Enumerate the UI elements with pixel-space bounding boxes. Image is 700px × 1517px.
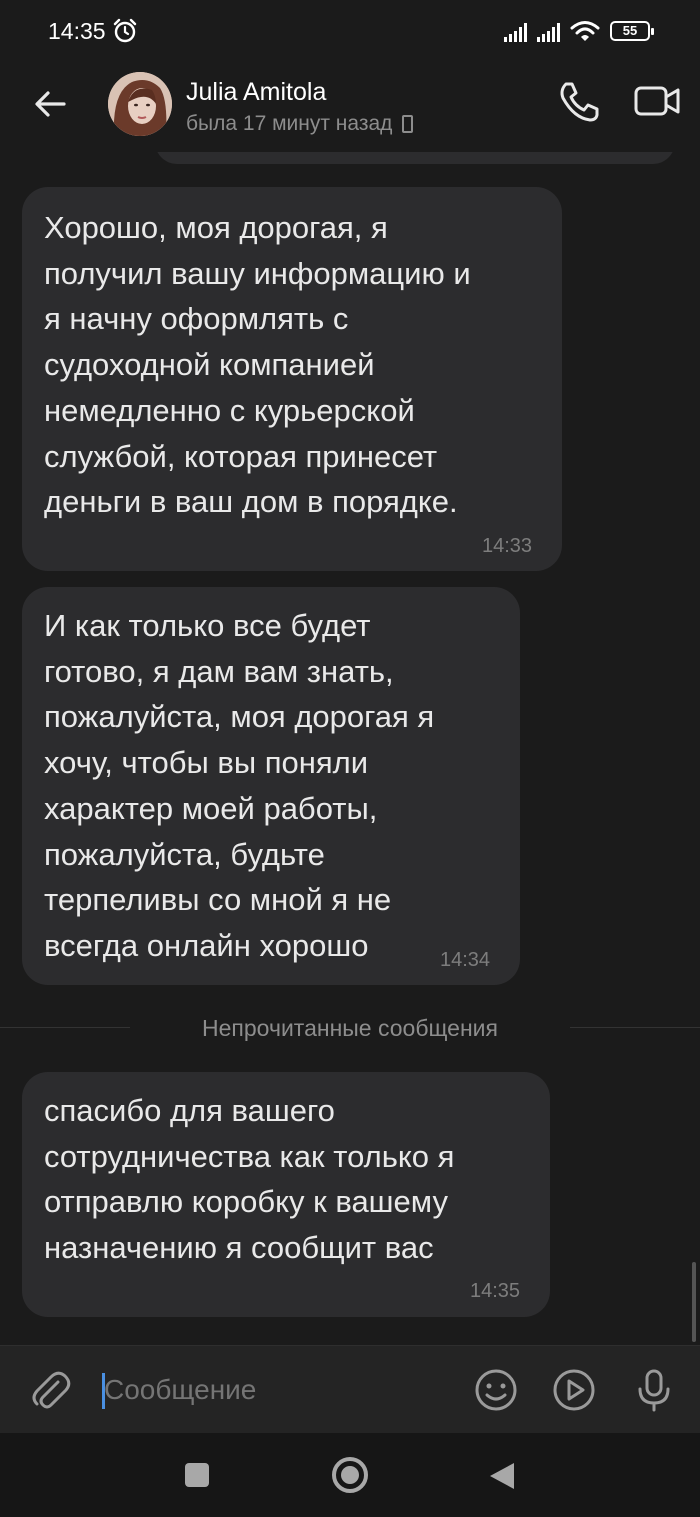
previous-message-bubble	[155, 152, 675, 164]
message-text: спасибо для вашего сотрудничества как то…	[44, 1093, 455, 1266]
battery-icon: 55	[610, 21, 654, 41]
home-circle-icon[interactable]	[332, 1457, 368, 1493]
message-time: 14:35	[470, 1280, 521, 1302]
avatar[interactable]	[108, 72, 172, 136]
mobile-device-icon	[402, 115, 414, 133]
message-text: Хорошо, моя дорогая, я получил вашу инфо…	[44, 210, 471, 520]
emoji-icon[interactable]	[472, 1366, 520, 1414]
unread-divider-label: Непрочитанные сообщения	[202, 1015, 498, 1041]
signal-icon	[537, 20, 560, 42]
paperclip-icon[interactable]	[28, 1368, 72, 1412]
message-list[interactable]: Хорошо, моя дорогая, я получил вашу инфо…	[0, 152, 700, 1345]
alarm-icon	[113, 18, 137, 43]
last-seen-status: была 17 минут назад	[186, 112, 414, 136]
message-bubble[interactable]: Хорошо, моя дорогая, я получил вашу инфо…	[22, 187, 562, 571]
back-arrow-icon[interactable]	[28, 82, 72, 126]
message-composer	[0, 1345, 700, 1433]
status-icons: 55	[504, 18, 654, 44]
message-bubble[interactable]: И как только все будет готово, я дам вам…	[22, 587, 520, 985]
phone-icon[interactable]	[554, 76, 604, 126]
play-circle-icon[interactable]	[550, 1366, 598, 1414]
chat-header: Julia Amitola была 17 минут назад	[0, 62, 700, 152]
system-nav-bar	[0, 1433, 700, 1517]
status-time: 14:35	[48, 18, 106, 44]
message-bubble[interactable]: спасибо для вашего сотрудничества как то…	[22, 1072, 550, 1317]
scrollbar[interactable]	[692, 1262, 696, 1342]
message-text: И как только все будет готово, я дам вам…	[44, 608, 435, 963]
recents-square-icon[interactable]	[185, 1463, 209, 1487]
wifi-icon	[570, 21, 600, 41]
unread-divider: Непрочитанные сообщения	[0, 1007, 700, 1047]
message-time: 14:34	[440, 949, 491, 971]
signal-icon	[504, 20, 527, 42]
back-triangle-icon[interactable]	[488, 1461, 516, 1491]
contact-name[interactable]: Julia Amitola	[186, 78, 326, 107]
status-bar: 14:35 55	[0, 0, 700, 62]
message-time: 14:33	[482, 535, 533, 557]
video-camera-icon[interactable]	[632, 76, 682, 126]
microphone-icon[interactable]	[630, 1366, 678, 1414]
message-input[interactable]	[104, 1374, 465, 1406]
last-seen-text: была 17 минут назад	[186, 112, 393, 135]
avatar-photo	[108, 72, 172, 136]
